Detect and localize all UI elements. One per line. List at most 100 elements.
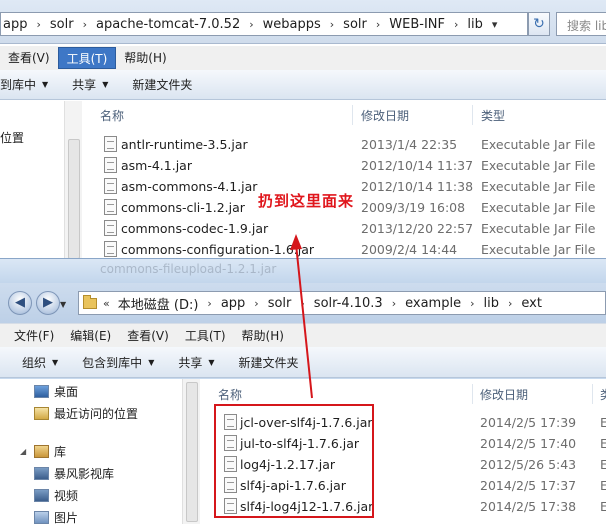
- file-name: asm-commons-4.1.jar: [121, 179, 258, 194]
- back-arrow-icon[interactable]: ◀: [8, 291, 32, 315]
- file-name: commons-codec-1.9.jar: [121, 221, 269, 236]
- file-date: 2013/12/20 22:57: [361, 221, 474, 236]
- column-divider[interactable]: [592, 384, 593, 404]
- file-date: 2014/2/5 17:40: [480, 436, 577, 451]
- column-header-name[interactable]: 名称: [218, 386, 242, 403]
- nav-item-location[interactable]: 位置: [0, 129, 24, 146]
- nav-item-label: 最近访问的位置: [54, 407, 139, 421]
- crumb-separator-icon[interactable]: ›: [240, 18, 262, 31]
- file-date: 2014/2/5 17:37: [480, 478, 577, 493]
- crumb-solr[interactable]: solr: [50, 17, 74, 32]
- file-row[interactable]: jcl-over-slf4j-1.7.6.jar 2014/2/5 17:39 E: [200, 412, 606, 433]
- file-type: E: [600, 436, 606, 451]
- crumb-local-disk[interactable]: 本地磁盘 (D:): [118, 294, 199, 313]
- nav-item-desktop[interactable]: 桌面: [34, 383, 78, 400]
- annotation-text: 扔到这里面来: [258, 192, 355, 210]
- share-button[interactable]: 共享 ▼: [60, 76, 120, 93]
- back-explorer-window: app › solr › apache-tomcat-7.0.52 › webapps…: [0, 0, 606, 270]
- scrollbar-thumb[interactable]: [68, 139, 80, 259]
- scrollbar-thumb[interactable]: [186, 382, 198, 522]
- window-title-glass[interactable]: commons-fileupload-1.2.1.jar: [0, 259, 606, 283]
- expand-arrow-icon[interactable]: ◢: [20, 447, 26, 456]
- column-divider[interactable]: [472, 105, 473, 125]
- menu-help[interactable]: 帮助(H): [234, 325, 292, 347]
- crumb-tomcat[interactable]: apache-tomcat-7.0.52: [96, 17, 240, 32]
- crumb-separator-icon[interactable]: ›: [245, 297, 267, 310]
- menu-view[interactable]: 查看(V): [0, 47, 58, 69]
- crumb-ext[interactable]: ext: [521, 296, 542, 311]
- front-breadcrumb[interactable]: « 本地磁盘 (D:) › app › solr › solr-4.10.3 › exa…: [78, 291, 606, 315]
- menu-help[interactable]: 帮助(H): [116, 47, 174, 69]
- column-divider[interactable]: [352, 105, 353, 125]
- crumb-lib[interactable]: lib: [483, 296, 498, 311]
- file-row[interactable]: commons-codec-1.9.jar 2013/12/20 22:57 Exe…: [82, 218, 606, 239]
- crumb-separator-icon[interactable]: ›: [445, 18, 467, 31]
- organize-button[interactable]: 组织 ▼: [10, 354, 70, 371]
- menu-edit[interactable]: 编辑(E): [62, 325, 119, 347]
- chevron-down-icon: ▼: [52, 357, 59, 367]
- chevron-down-icon: ▼: [42, 80, 49, 89]
- organize-label: 组织: [22, 355, 47, 370]
- nav-item-videos[interactable]: 视频: [34, 487, 78, 504]
- nav-item-recent-places[interactable]: 最近访问的位置: [34, 405, 138, 422]
- crumb-web-inf[interactable]: WEB-INF: [389, 17, 445, 32]
- share-button[interactable]: 共享 ▼: [166, 354, 226, 371]
- chevron-down-icon: ▼: [208, 357, 215, 367]
- column-header-date[interactable]: 修改日期: [361, 107, 409, 124]
- file-row[interactable]: antlr-runtime-3.5.jar 2013/1/4 22:35 Execu…: [82, 134, 606, 155]
- crumb-solr-version[interactable]: solr-4.10.3: [314, 296, 383, 311]
- menu-view[interactable]: 查看(V): [119, 325, 177, 347]
- file-name: jcl-over-slf4j-1.7.6.jar: [240, 415, 373, 430]
- nav-item-libraries[interactable]: 库: [34, 443, 66, 460]
- file-row[interactable]: jul-to-slf4j-1.7.6.jar 2014/2/5 17:40 E: [200, 433, 606, 454]
- column-header-date[interactable]: 修改日期: [480, 386, 528, 403]
- nav-item-label: 库: [54, 445, 67, 459]
- menu-file[interactable]: 文件(F): [6, 325, 62, 347]
- crumb-separator-icon[interactable]: ›: [383, 297, 405, 310]
- forward-arrow-icon[interactable]: ▶: [36, 291, 60, 315]
- column-header-name[interactable]: 名称: [100, 107, 124, 124]
- crumb-separator-icon[interactable]: ›: [27, 18, 49, 31]
- file-row[interactable]: commons-configuration-1.6.jar 2009/2/4 14…: [82, 239, 606, 260]
- crumb-webapps[interactable]: webapps: [263, 17, 321, 32]
- front-nav-scrollbar[interactable]: [182, 379, 200, 524]
- crumb-dropdown-icon[interactable]: ▾: [483, 18, 507, 31]
- search-input[interactable]: 搜索 lib: [556, 12, 606, 36]
- crumb-separator-icon[interactable]: ›: [198, 297, 220, 310]
- back-breadcrumb[interactable]: app › solr › apache-tomcat-7.0.52 › webapps…: [0, 12, 528, 36]
- file-type: E: [600, 499, 606, 514]
- menu-tools[interactable]: 工具(T): [57, 47, 117, 69]
- crumb-separator-icon[interactable]: ›: [321, 18, 343, 31]
- crumb-separator-icon[interactable]: ›: [499, 297, 521, 310]
- crumb-solr[interactable]: solr: [268, 296, 292, 311]
- nav-item-pictures[interactable]: 图片: [34, 509, 78, 524]
- crumb-separator-icon[interactable]: ›: [367, 18, 389, 31]
- crumb-app[interactable]: app: [3, 17, 27, 32]
- column-header-type[interactable]: 类型: [481, 107, 505, 124]
- crumb-solr-2[interactable]: solr: [343, 17, 367, 32]
- file-row[interactable]: slf4j-api-1.7.6.jar 2014/2/5 17:37 E: [200, 475, 606, 496]
- jar-file-icon: [104, 199, 117, 215]
- crumb-lib[interactable]: lib: [467, 17, 482, 32]
- file-row[interactable]: slf4j-log4j12-1.7.6.jar 2014/2/5 17:38 E: [200, 496, 606, 517]
- file-date: 2009/3/19 16:08: [361, 200, 466, 215]
- crumb-example[interactable]: example: [405, 296, 461, 311]
- crumb-separator-icon[interactable]: ›: [461, 297, 483, 310]
- crumb-separator-icon[interactable]: ›: [291, 297, 313, 310]
- refresh-icon[interactable]: ↻: [528, 12, 550, 36]
- new-folder-button[interactable]: 新建文件夹: [227, 354, 311, 371]
- file-row[interactable]: log4j-1.2.17.jar 2012/5/26 5:43 E: [200, 454, 606, 475]
- include-in-library-button[interactable]: 包含到库中 ▼: [70, 354, 166, 371]
- column-divider[interactable]: [472, 384, 473, 404]
- menu-tools[interactable]: 工具(T): [177, 325, 234, 347]
- crumb-app[interactable]: app: [221, 296, 245, 311]
- crumb-separator-icon[interactable]: ›: [74, 18, 96, 31]
- file-row[interactable]: asm-4.1.jar 2012/10/14 11:37 Executable Ja…: [82, 155, 606, 176]
- column-header-type[interactable]: 类型: [600, 386, 606, 403]
- nav-item-storm-video-library[interactable]: 暴风影视库: [34, 465, 114, 482]
- new-folder-button[interactable]: 新建文件夹: [120, 76, 204, 93]
- overflow-chevron-icon[interactable]: «: [103, 297, 118, 310]
- back-nav-scrollbar[interactable]: [64, 101, 82, 270]
- include-in-library-button[interactable]: 到库中 ▼: [0, 76, 60, 93]
- history-dropdown-icon[interactable]: ▼: [60, 300, 66, 309]
